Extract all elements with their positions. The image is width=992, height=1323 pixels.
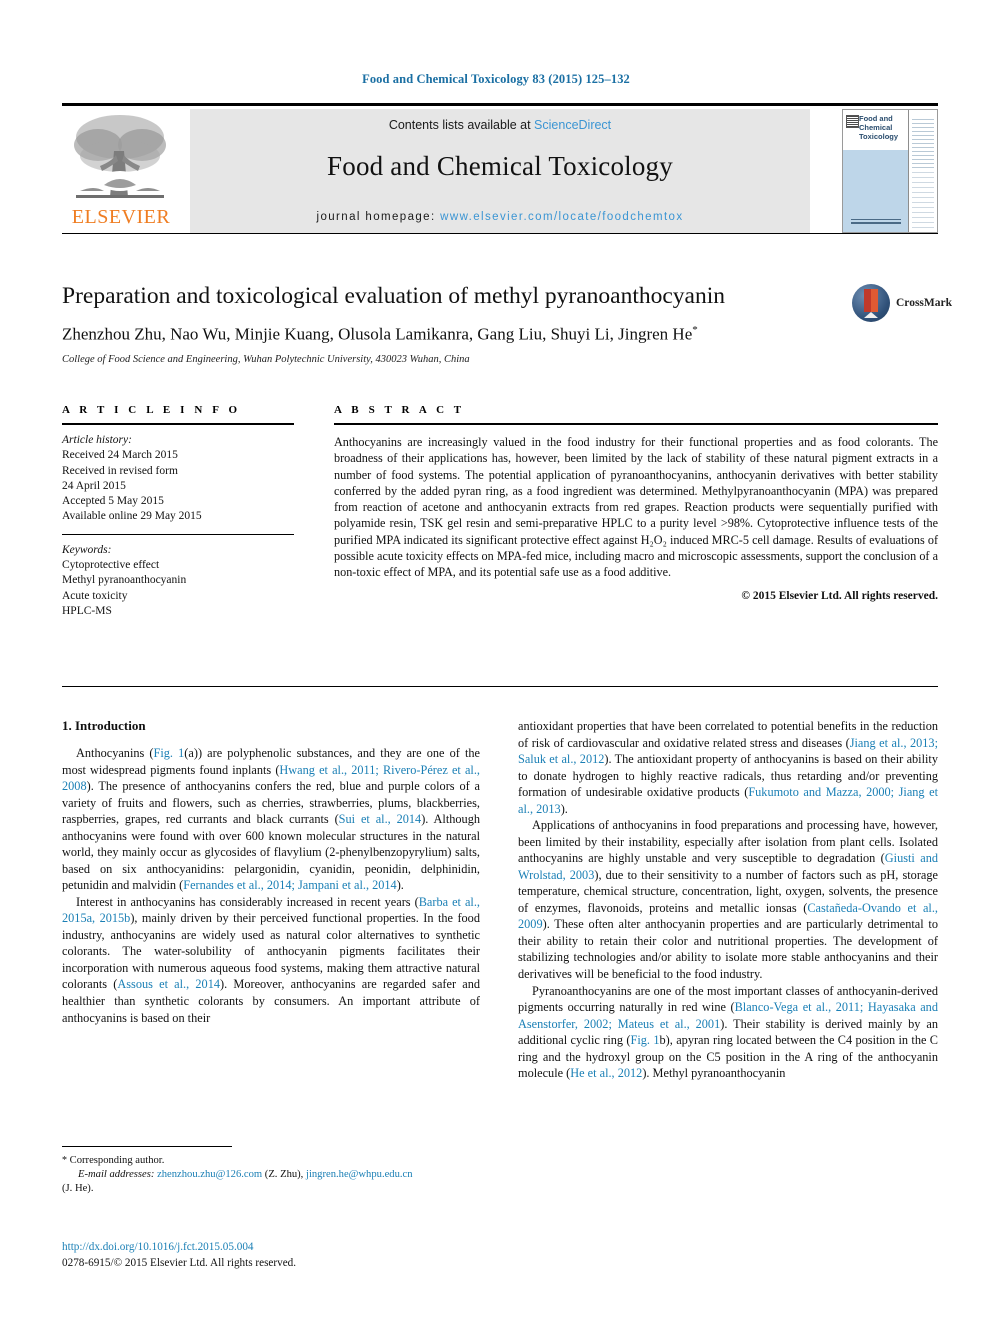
- footnote-block: * Corresponding author. E-mail addresses…: [62, 1154, 480, 1196]
- citation-link[interactable]: Sui et al., 2014: [339, 812, 422, 826]
- corresponding-author-text: Corresponding author.: [69, 1155, 165, 1166]
- cover-title-text: Food and Chemical Toxicology: [859, 114, 899, 141]
- elsevier-wordmark: ELSEVIER: [71, 206, 171, 228]
- citation-link[interactable]: Fig. 1: [631, 1033, 660, 1047]
- cover-spine-lines-top: [912, 116, 934, 168]
- journal-masthead: ELSEVIER Contents lists available at Sci…: [62, 103, 938, 234]
- paragraph-text: Interest in anthocyanins has considerabl…: [76, 894, 419, 909]
- crossmark-circle-icon: [852, 284, 890, 322]
- paragraph-text: ). These often alter anthocyanin propert…: [518, 917, 938, 981]
- doi-link[interactable]: http://dx.doi.org/10.1016/j.fct.2015.05.…: [62, 1240, 502, 1256]
- email-label: E-mail addresses:: [78, 1168, 155, 1180]
- cover-spine: [908, 110, 937, 232]
- citation-link[interactable]: Assous et al., 2014: [117, 977, 220, 991]
- affiliation: College of Food Science and Engineering,…: [62, 353, 470, 365]
- title-block: Preparation and toxicological evaluation…: [62, 282, 952, 365]
- paragraph: Anthocyanins (Fig. 1(a)) are polyphenoli…: [62, 745, 480, 894]
- elsevier-logo: ELSEVIER: [62, 109, 180, 233]
- keyword-item: Acute toxicity: [62, 589, 128, 602]
- email-address-2[interactable]: jingren.he@whpu.edu.cn: [306, 1169, 413, 1180]
- footnote-rule: [62, 1146, 232, 1147]
- cover-logo-icon: [846, 115, 859, 128]
- citation-link[interactable]: Fernandes et al., 2014; Jampani et al., …: [183, 878, 396, 892]
- article-info-rule: [62, 423, 294, 425]
- email-address-1[interactable]: zhenzhou.zhu@126.com: [157, 1169, 262, 1180]
- abstract-column: A B S T R A C T Anthocyanins are increas…: [334, 404, 938, 602]
- history-item: 24 April 2015: [62, 479, 126, 492]
- history-item: Received 24 March 2015: [62, 449, 178, 462]
- journal-title: Food and Chemical Toxicology: [327, 151, 673, 181]
- masthead-bottom-rule: [62, 233, 938, 234]
- citation-link[interactable]: Fig. 1: [154, 746, 185, 760]
- issn-copyright-line: 0278-6915/© 2015 Elsevier Ltd. All right…: [62, 1256, 297, 1269]
- crossmark-label: CrossMark: [896, 297, 953, 309]
- paragraph: Interest in anthocyanins has considerabl…: [62, 894, 480, 1026]
- corresponding-author-note: * Corresponding author.: [62, 1154, 480, 1168]
- history-item: Received in revised form: [62, 464, 178, 477]
- keywords-label: Keywords:: [62, 543, 112, 556]
- abstract-rule: [334, 423, 938, 425]
- journal-cover-thumbnail: Food and Chemical Toxicology: [842, 109, 938, 233]
- email-owner-1: (Z. Zhu),: [264, 1168, 304, 1180]
- crossmark-book-icon: [864, 289, 878, 318]
- section-title-introduction: 1. Introduction: [62, 718, 146, 733]
- paragraph-text: Applications of anthocyanins in food pre…: [518, 818, 938, 866]
- cover-spine-lines-bottom: [912, 172, 934, 228]
- masthead-top-rule: [62, 103, 938, 106]
- paragraph-text: ). Methyl pyranoanthocyanin: [642, 1066, 786, 1081]
- keywords-block: Keywords: Cytoprotective effect Methyl p…: [62, 543, 294, 619]
- journal-homepage-line: journal homepage: www.elsevier.com/locat…: [190, 211, 810, 223]
- article-history-block: Article history: Received 24 March 2015 …: [62, 433, 294, 525]
- article-title: Preparation and toxicological evaluation…: [62, 283, 726, 309]
- elsevier-tree-icon: [70, 111, 170, 203]
- paragraph: Applications of anthocyanins in food pre…: [518, 817, 938, 982]
- paragraph-text: ).: [396, 878, 404, 893]
- sciencedirect-link[interactable]: ScienceDirect: [534, 118, 611, 132]
- keyword-item: HPLC-MS: [62, 604, 112, 617]
- asterisk-icon: *: [62, 1155, 67, 1166]
- article-page: Food and Chemical Toxicology 83 (2015) 1…: [0, 0, 992, 1323]
- keywords-rule: [62, 533, 294, 535]
- doi-block: http://dx.doi.org/10.1016/j.fct.2015.05.…: [62, 1240, 502, 1271]
- email-owner-2: (J. He).: [62, 1182, 94, 1194]
- corresponding-author-marker: *: [692, 324, 698, 337]
- keyword-item: Methyl pyranoanthocyanin: [62, 574, 187, 587]
- running-head: Food and Chemical Toxicology 83 (2015) 1…: [362, 72, 630, 86]
- contents-text: Contents lists available at: [388, 118, 535, 132]
- paragraph: antioxidant properties that have been co…: [518, 718, 938, 817]
- keyword-item: Cytoprotective effect: [62, 558, 160, 571]
- paragraph: Pyranoanthocyanins are one of the most i…: [518, 983, 938, 1082]
- abstract-text: Anthocyanins are increasingly valued in …: [334, 435, 938, 580]
- cover-footer-lines: [851, 219, 901, 224]
- email-note: E-mail addresses: zhenzhou.zhu@126.com (…: [62, 1168, 480, 1182]
- contents-line: Contents lists available at ScienceDirec…: [190, 118, 810, 132]
- history-item: Accepted 5 May 2015: [62, 495, 164, 508]
- body-separator-rule: [62, 686, 938, 687]
- sciencedirect-banner: Contents lists available at ScienceDirec…: [190, 109, 810, 233]
- homepage-url[interactable]: www.elsevier.com/locate/foodchemtox: [440, 211, 683, 223]
- article-history-label: Article history:: [62, 434, 132, 446]
- author-list: Zhenzhou Zhu, Nao Wu, Minjie Kuang, Olus…: [62, 324, 862, 345]
- article-info-heading: A R T I C L E I N F O: [62, 404, 241, 416]
- abstract-heading: A B S T R A C T: [334, 404, 465, 416]
- homepage-label: journal homepage:: [316, 211, 441, 223]
- body-column-right: antioxidant properties that have been co…: [518, 718, 938, 1082]
- history-item: Available online 29 May 2015: [62, 510, 202, 523]
- paragraph-text: ).: [560, 801, 568, 816]
- abstract-copyright: © 2015 Elsevier Ltd. All rights reserved…: [741, 589, 938, 602]
- paragraph-text: Anthocyanins (: [76, 746, 154, 760]
- body-column-left: 1. Introduction Anthocyanins (Fig. 1(a))…: [62, 718, 480, 1026]
- crossmark-badge[interactable]: CrossMark: [852, 284, 952, 324]
- author-names: Zhenzhou Zhu, Nao Wu, Minjie Kuang, Olus…: [62, 324, 693, 344]
- citation-link[interactable]: He et al., 2012: [570, 1066, 642, 1080]
- article-info-column: A R T I C L E I N F O Article history: R…: [62, 404, 294, 619]
- cover-front: Food and Chemical Toxicology: [843, 110, 909, 232]
